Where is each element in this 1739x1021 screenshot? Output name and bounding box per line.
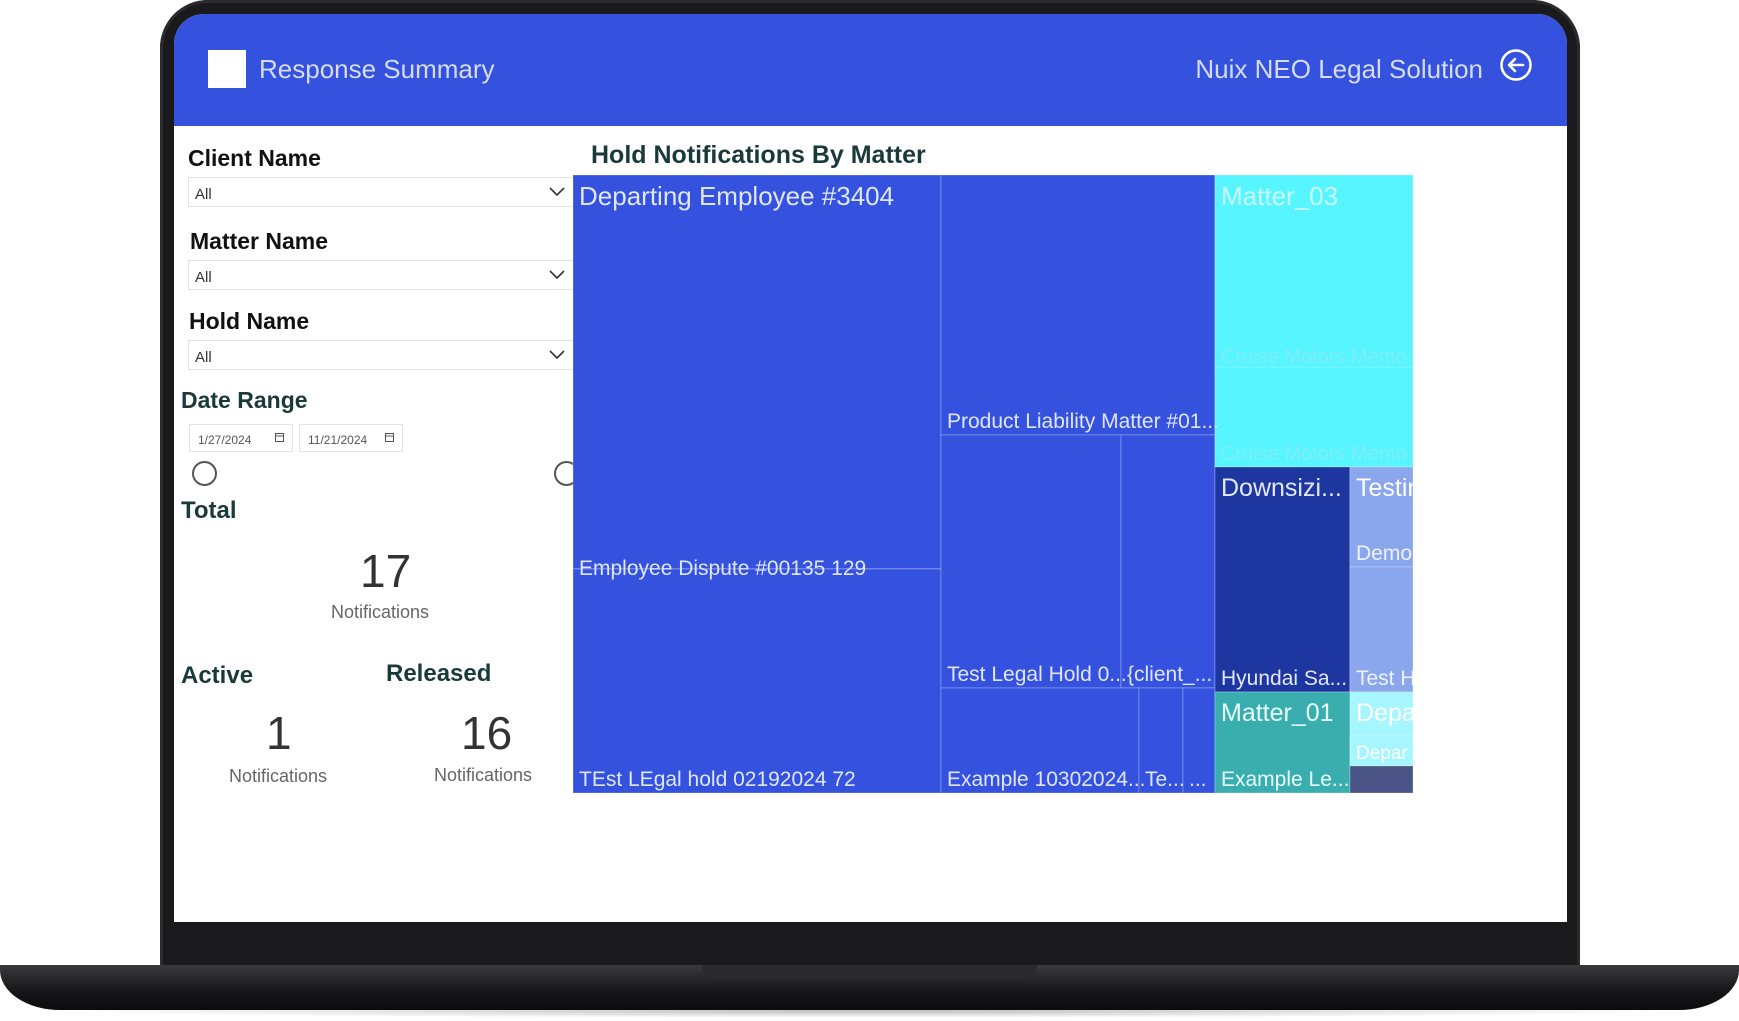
treemap-label: TEst LEgal hold 02192024 72 — [579, 768, 856, 791]
treemap-tile[interactable] — [572, 174, 942, 570]
treemap-label: Cruise Motors Memo — [1221, 443, 1407, 465]
treemap-label: Matter_01 — [1221, 699, 1334, 727]
treemap-label: Downsizi... — [1221, 474, 1342, 502]
screen-edge-mask — [1413, 164, 1567, 804]
treemap-label: Hyundai Sa... — [1221, 667, 1347, 690]
treemap-label: Test Legal Hold 0... — [947, 663, 1127, 686]
treemap-label: Product Liability Matter #01... — [947, 410, 1219, 433]
treemap-label: {client_... — [1127, 663, 1212, 686]
treemap-tile[interactable] — [940, 434, 1122, 689]
treemap-chart: Departing Employee #3404 Employee Dispute… — [572, 164, 1567, 804]
treemap-label: Depa — [1356, 699, 1416, 727]
treemap-label: Cruise Motors Memo — [1221, 346, 1407, 368]
report-screen: Response Summary Nuix NEO Legal Solution… — [174, 14, 1567, 922]
treemap-label: ... — [1189, 768, 1207, 791]
treemap-label: Test H — [1356, 667, 1416, 690]
treemap-label: Depar — [1356, 743, 1408, 764]
treemap-label: Demo — [1356, 542, 1412, 565]
treemap-tile[interactable] — [1120, 434, 1216, 689]
treemap-tile[interactable] — [1349, 765, 1414, 794]
treemap-label: Example 10302024... — [947, 768, 1145, 791]
treemap-label: Example Le... — [1221, 768, 1349, 791]
treemap-label: Te... — [1145, 768, 1185, 791]
treemap-label: Matter_03 — [1221, 181, 1338, 211]
treemap-label: Employee Dispute #00135 129 — [579, 557, 866, 580]
treemap-label: Departing Employee #3404 — [579, 181, 894, 211]
treemap-tile[interactable] — [940, 174, 1216, 436]
laptop-hinge-notch — [702, 965, 1037, 979]
treemap-tile[interactable] — [572, 568, 942, 794]
treemap-label: Testin — [1356, 474, 1421, 502]
